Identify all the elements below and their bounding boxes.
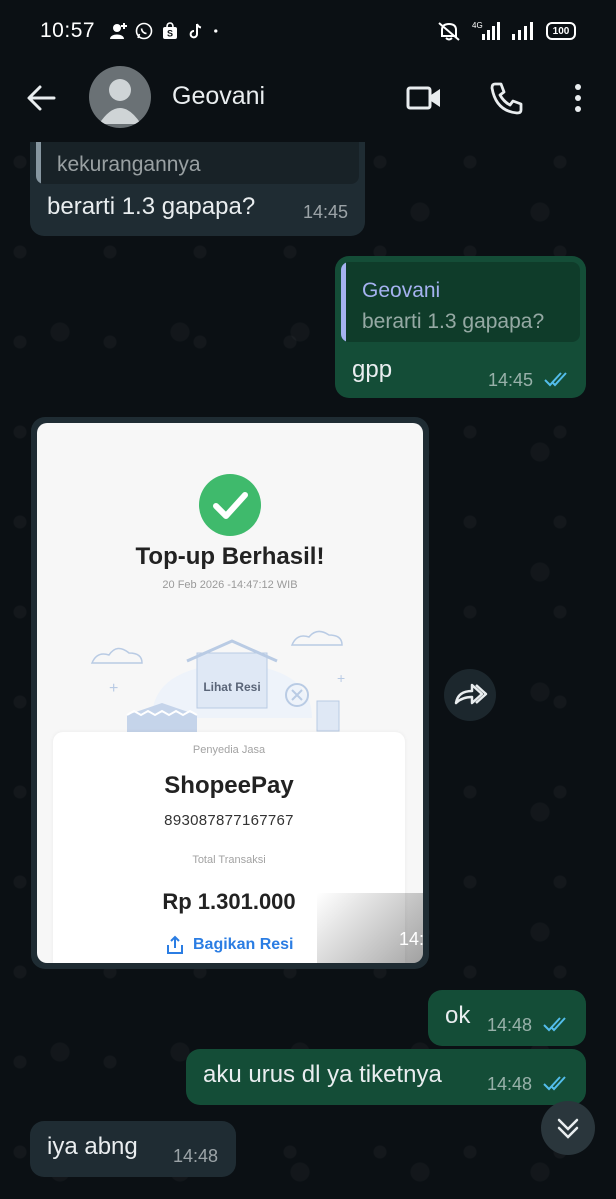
provider-name: ShopeePay bbox=[164, 772, 294, 799]
quote-bar bbox=[36, 142, 41, 184]
tiktok-icon bbox=[189, 23, 202, 39]
topup-title: Top-up Berhasil! bbox=[135, 543, 325, 570]
person-add-icon bbox=[110, 23, 128, 39]
shopee-icon: S bbox=[163, 22, 178, 39]
status-time: 10:57 bbox=[40, 19, 96, 42]
svg-text:S: S bbox=[167, 29, 173, 39]
quoted-message[interactable]: kekurangannya bbox=[36, 142, 359, 184]
message-time: 14:48 bbox=[487, 1074, 533, 1094]
store-illustration-icon: Lihat Resi + + bbox=[90, 630, 345, 733]
message-time: 14:45 bbox=[303, 202, 349, 222]
forward-icon bbox=[454, 683, 488, 705]
message-text: gpp bbox=[352, 356, 393, 383]
account-number: 893087877167767 bbox=[164, 812, 294, 829]
total-label: Total Transaksi bbox=[192, 854, 266, 866]
video-call-icon[interactable] bbox=[404, 78, 444, 118]
quote-text: kekurangannya bbox=[57, 153, 201, 176]
avatar[interactable] bbox=[89, 66, 151, 128]
svg-text:Lihat Resi: Lihat Resi bbox=[203, 680, 260, 694]
message-bubble-outgoing[interactable]: aku urus dl ya tiketnya 14:48 bbox=[186, 1049, 586, 1105]
message-time: 14:47 bbox=[399, 929, 423, 949]
status-right: 4G 100 bbox=[436, 20, 576, 42]
share-receipt-button: Bagikan Resi bbox=[165, 935, 293, 955]
message-time: 14:45 bbox=[488, 370, 534, 390]
quoted-message[interactable]: Geovani berarti 1.3 gapapa? bbox=[341, 262, 580, 342]
message-bubble-image[interactable]: Top-up Berhasil! 20 Feb 2026 -14:47:12 W… bbox=[31, 417, 429, 969]
avatar-icon bbox=[99, 79, 141, 124]
success-check-icon bbox=[199, 474, 261, 536]
image-time-overlay: 14:47 bbox=[317, 893, 423, 963]
battery-level: 100 bbox=[552, 25, 570, 37]
topup-date: 20 Feb 2026 -14:47:12 WIB bbox=[162, 579, 298, 591]
message-time: 14:48 bbox=[173, 1146, 219, 1166]
battery-icon: 100 bbox=[546, 22, 576, 40]
whatsapp-icon bbox=[135, 22, 153, 40]
receipt-image[interactable]: Top-up Berhasil! 20 Feb 2026 -14:47:12 W… bbox=[37, 423, 423, 963]
message-bubble-incoming[interactable]: kekurangannya berarti 1.3 gapapa? 14:45 bbox=[30, 142, 365, 236]
svg-text:+: + bbox=[337, 670, 345, 686]
read-ticks-icon bbox=[543, 1076, 566, 1091]
svg-text:+: + bbox=[109, 680, 118, 697]
signal-icon bbox=[512, 22, 533, 40]
quote-name: Geovani bbox=[362, 279, 441, 302]
message-bubble-outgoing[interactable]: ok 14:48 bbox=[428, 990, 586, 1046]
notification-icons: S bbox=[109, 22, 223, 40]
message-text: berarti 1.3 gapapa? bbox=[47, 193, 256, 220]
message-time: 14:48 bbox=[487, 1015, 533, 1035]
quote-bar bbox=[341, 262, 346, 342]
svg-text:4G: 4G bbox=[472, 21, 483, 30]
read-ticks-icon bbox=[543, 1017, 566, 1032]
read-ticks-icon bbox=[544, 372, 567, 387]
message-bubble-incoming[interactable]: iya abng 14:48 bbox=[30, 1121, 236, 1177]
scroll-to-bottom-button[interactable] bbox=[541, 1101, 595, 1155]
voice-call-icon[interactable] bbox=[486, 78, 526, 118]
double-chevron-down-icon bbox=[557, 1118, 579, 1139]
message-text: ok bbox=[445, 1002, 471, 1029]
message-text: aku urus dl ya tiketnya bbox=[203, 1061, 442, 1088]
status-bar: 10:57 S 4G 100 bbox=[0, 0, 616, 62]
provider-label: Penyedia Jasa bbox=[192, 744, 266, 756]
mute-icon bbox=[438, 22, 460, 41]
message-bubble-outgoing[interactable]: Geovani berarti 1.3 gapapa? gpp 14:45 bbox=[335, 256, 586, 398]
forward-button[interactable] bbox=[444, 669, 496, 721]
more-vert-icon[interactable] bbox=[558, 78, 598, 118]
message-text: iya abng bbox=[47, 1133, 138, 1160]
quote-text: berarti 1.3 gapapa? bbox=[362, 310, 545, 333]
chat-header: Geovani bbox=[0, 62, 616, 134]
share-label: Bagikan Resi bbox=[193, 936, 294, 953]
signal-4g-icon: 4G bbox=[472, 21, 500, 40]
back-arrow-icon[interactable] bbox=[24, 80, 60, 116]
share-icon bbox=[167, 935, 183, 954]
chat-area[interactable]: kekurangannya berarti 1.3 gapapa? 14:45 … bbox=[0, 142, 616, 1199]
dot-icon bbox=[214, 29, 218, 33]
contact-name[interactable]: Geovani bbox=[172, 82, 265, 111]
